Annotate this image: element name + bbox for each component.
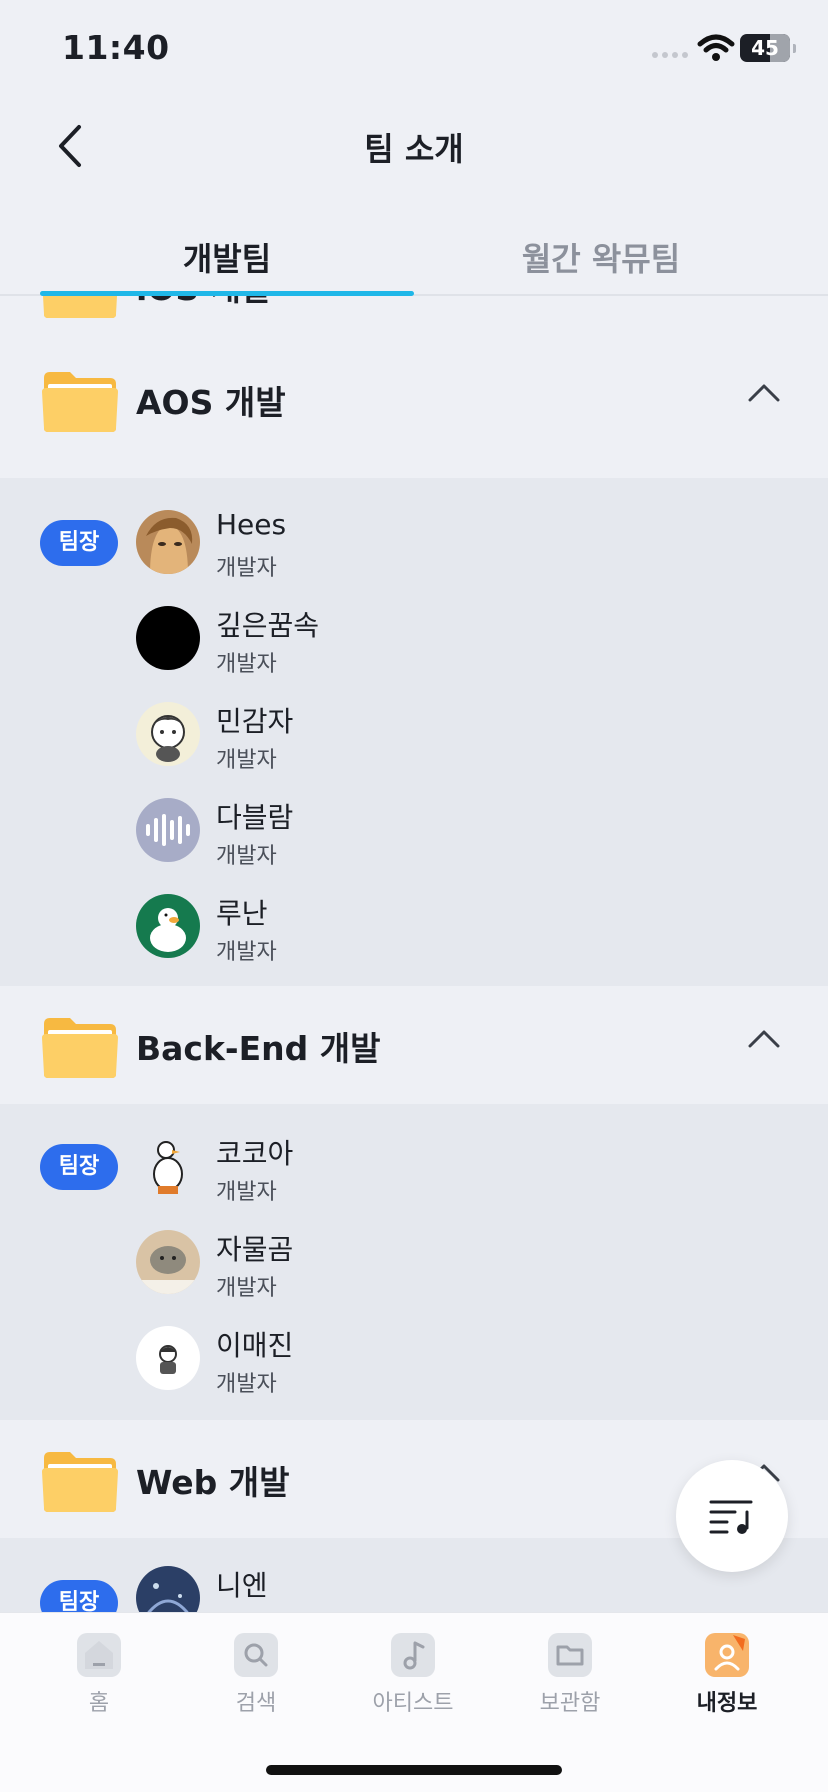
tab-bar-label: 아티스트 bbox=[372, 1691, 454, 1716]
battery-icon: 45 bbox=[740, 34, 796, 62]
group-title-web: Web 개발 bbox=[136, 1463, 290, 1502]
member-role: 개발자 bbox=[216, 1180, 277, 1205]
avatar bbox=[136, 510, 200, 574]
playlist-icon bbox=[709, 1500, 753, 1534]
chevron-up-icon bbox=[748, 384, 780, 402]
member-role: 개발자 bbox=[216, 652, 277, 677]
status-time: 11:40 bbox=[62, 28, 170, 67]
avatar bbox=[136, 1230, 200, 1294]
member-name: 자물곰 bbox=[216, 1233, 294, 1266]
home-icon bbox=[77, 1633, 121, 1677]
folder-icon bbox=[42, 372, 118, 432]
member-name: 코코아 bbox=[216, 1137, 294, 1170]
avatar bbox=[136, 798, 200, 862]
team-tabs: 개발팀 월간 왁뮤팀 bbox=[0, 228, 828, 296]
member-role: 개발자 bbox=[216, 748, 277, 773]
member-row[interactable]: 민감자 개발자 bbox=[0, 698, 828, 794]
group-title-aos: AOS 개발 bbox=[136, 383, 286, 422]
member-name: 민감자 bbox=[216, 705, 294, 738]
member-role: 개발자 bbox=[216, 1276, 277, 1301]
status-bar: 11:40 45 bbox=[0, 0, 828, 100]
member-row[interactable]: 팀장 니엔 개발자 bbox=[0, 1562, 828, 1614]
leader-badge: 팀장 bbox=[40, 1144, 118, 1190]
member-role: 개발자 bbox=[216, 844, 277, 869]
music-note-icon bbox=[391, 1633, 435, 1677]
member-name: 니엔 bbox=[216, 1569, 268, 1602]
member-row[interactable]: 팀장 코코아 개발자 bbox=[0, 1130, 828, 1226]
battery-level: 45 bbox=[751, 36, 779, 60]
member-row[interactable]: 다블람 개발자 bbox=[0, 794, 828, 890]
page-title: 팀 소개 bbox=[364, 130, 464, 168]
folder-icon bbox=[548, 1633, 592, 1677]
member-role: 개발자 bbox=[216, 940, 277, 965]
member-name: Hees bbox=[216, 508, 287, 541]
member-row[interactable]: 팀장 Hees 개발자 bbox=[0, 506, 828, 602]
member-name: 루난 bbox=[216, 897, 268, 930]
tab-bar-library[interactable]: 보관함 bbox=[495, 1633, 645, 1717]
member-role: 개발자 bbox=[216, 556, 277, 581]
member-list-backend: 팀장 코코아 개발자 자물곰 개발자 이매진 개발자 bbox=[0, 1104, 828, 1420]
folder-icon bbox=[43, 296, 117, 318]
member-row[interactable]: 깊은꿈속 개발자 bbox=[0, 602, 828, 698]
avatar bbox=[136, 1566, 200, 1614]
tab-bar-profile[interactable]: 내정보 bbox=[652, 1633, 802, 1717]
tab-bar-label: 홈 bbox=[88, 1691, 110, 1716]
member-list-aos: 팀장 Hees 개발자 깊은꿈속 개발자 민감자 개발자 다블람 개발자 루난 … bbox=[0, 478, 828, 986]
tab-bar-label: 내정보 bbox=[696, 1691, 758, 1716]
cellular-signal-icon bbox=[652, 52, 688, 58]
group-title-backend: Back-End 개발 bbox=[136, 1029, 381, 1068]
folder-icon bbox=[42, 1018, 118, 1078]
group-header-backend[interactable]: Back-End 개발 bbox=[0, 986, 828, 1100]
tab-bar-label: 보관함 bbox=[539, 1691, 601, 1716]
group-header-aos[interactable]: AOS 개발 bbox=[0, 340, 828, 454]
bottom-tab-bar: 홈 검색 아티스트 보관함 내정보 bbox=[0, 1612, 828, 1792]
team-list[interactable]: iOS 개발 AOS 개발 팀장 Hees 개발자 bbox=[0, 296, 828, 1614]
folder-icon bbox=[42, 1452, 118, 1512]
leader-badge: 팀장 bbox=[40, 520, 118, 566]
tab-bar-label: 검색 bbox=[235, 1691, 277, 1716]
chevron-up-icon bbox=[748, 1030, 780, 1048]
avatar bbox=[136, 1134, 200, 1198]
member-name: 이매진 bbox=[216, 1329, 294, 1362]
home-indicator bbox=[266, 1765, 562, 1775]
search-icon bbox=[234, 1633, 278, 1677]
playlist-button[interactable] bbox=[676, 1460, 788, 1572]
member-row[interactable]: 루난 개발자 bbox=[0, 890, 828, 986]
group-title-ios: iOS 개발 bbox=[136, 296, 271, 310]
tab-dev-team[interactable]: 개발팀 bbox=[40, 234, 414, 280]
wifi-icon bbox=[697, 34, 735, 61]
tab-bar-home[interactable]: 홈 bbox=[24, 1633, 174, 1717]
tab-bar-search[interactable]: 검색 bbox=[181, 1633, 331, 1717]
member-row[interactable]: 자물곰 개발자 bbox=[0, 1226, 828, 1322]
group-header-ios[interactable]: iOS 개발 bbox=[0, 296, 828, 340]
leader-badge: 팀장 bbox=[40, 1580, 118, 1614]
avatar bbox=[136, 894, 200, 958]
avatar bbox=[136, 1326, 200, 1390]
member-row[interactable]: 이매진 개발자 bbox=[0, 1322, 828, 1418]
member-name: 깊은꿈속 bbox=[216, 609, 320, 642]
profile-icon bbox=[705, 1633, 749, 1677]
avatar bbox=[136, 606, 200, 670]
tab-bar-artist[interactable]: 아티스트 bbox=[338, 1633, 488, 1717]
member-role: 개발자 bbox=[216, 1372, 277, 1397]
member-name: 다블람 bbox=[216, 801, 294, 834]
avatar bbox=[136, 702, 200, 766]
tab-monthly-team[interactable]: 월간 왁뮤팀 bbox=[414, 234, 788, 280]
